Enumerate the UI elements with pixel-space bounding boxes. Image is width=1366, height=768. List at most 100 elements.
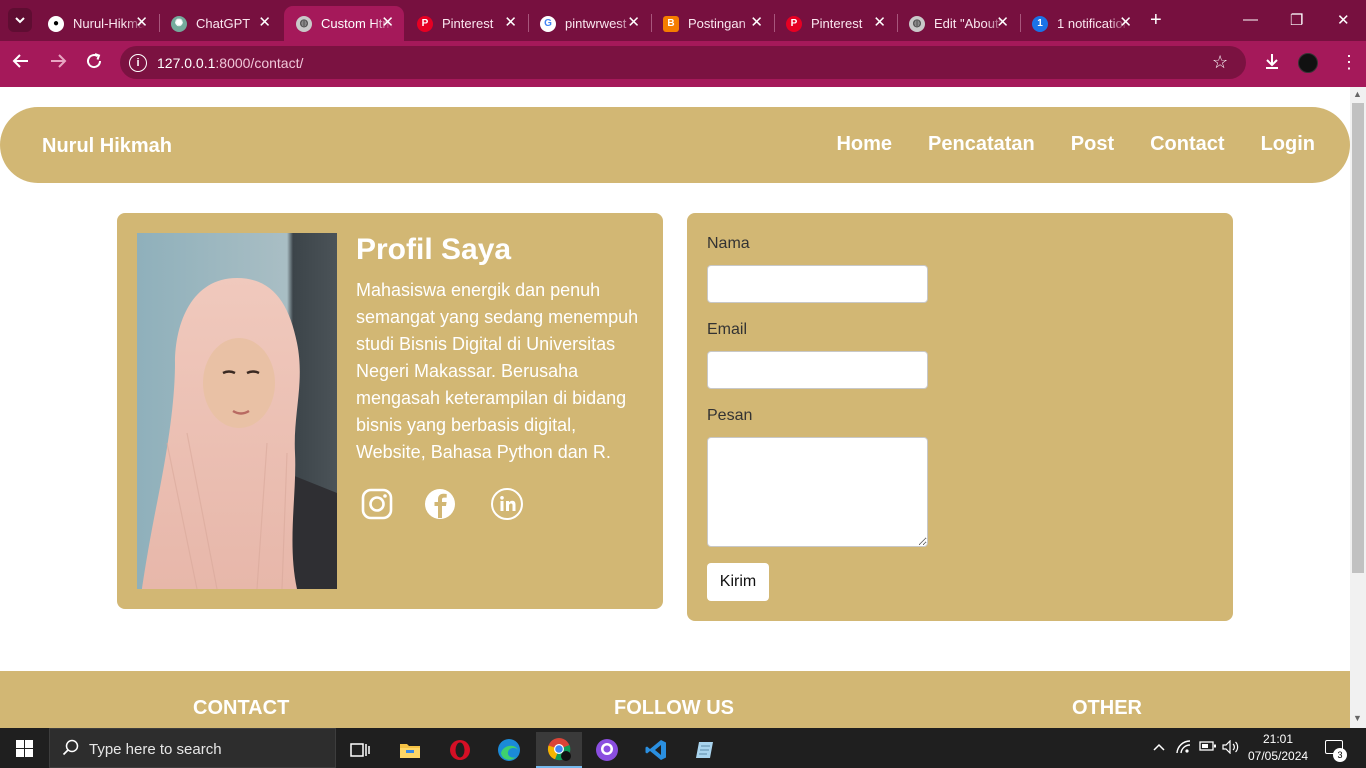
tab-title: Pinterest [811, 16, 863, 31]
bookmark-star-icon[interactable]: ☆ [1212, 52, 1228, 73]
message-label: Pesan [707, 407, 753, 424]
kebab-menu-icon[interactable]: ⋮ [1340, 52, 1358, 73]
pinterest-icon: P [786, 15, 802, 32]
taskbar-clock[interactable]: 21:01 07/05/2024 [1248, 731, 1308, 765]
facebook-icon[interactable] [423, 487, 457, 521]
tab-title: Nurul-Hikmah [73, 16, 145, 31]
close-icon[interactable]: ✕ [1119, 15, 1132, 30]
clock-time: 21:01 [1262, 732, 1294, 746]
tab-title: Pinterest [442, 16, 494, 31]
notepad-icon[interactable] [682, 732, 728, 768]
profile-card: Profil Saya Mahasiswa energik dan penuh … [117, 213, 663, 609]
name-label: Nama [707, 235, 750, 252]
file-explorer-icon[interactable] [387, 732, 433, 768]
reload-icon [87, 53, 102, 69]
nav-link-pencatatan[interactable]: Pencatatan [928, 133, 1035, 156]
minimize-button[interactable]: — [1243, 11, 1258, 28]
show-hidden-icons-icon[interactable] [1152, 740, 1166, 755]
scroll-down-arrow-icon[interactable]: ▼ [1353, 713, 1362, 723]
site-nav-links: Home Pencatatan Post Contact Login [836, 133, 1315, 156]
site-brand[interactable]: Nurul Hikmah [42, 135, 172, 158]
page-scrollbar[interactable]: ▲ ▼ [1350, 87, 1366, 728]
profile-avatar[interactable] [1298, 53, 1318, 73]
github-icon: ● [48, 15, 64, 32]
close-icon[interactable]: ✕ [504, 15, 517, 30]
tab-title: Edit "About" [934, 16, 1004, 31]
chevron-down-icon [15, 17, 25, 24]
tab-pinterest[interactable]: P Pinterest ✕ [405, 6, 527, 41]
chatgpt-icon: ✺ [171, 15, 187, 32]
scrollbar-thumb[interactable] [1352, 103, 1364, 573]
close-icon[interactable]: ✕ [627, 15, 640, 30]
url-path: :8000/contact/ [215, 55, 304, 71]
back-button[interactable] [12, 52, 30, 75]
wifi-icon[interactable] [1176, 740, 1192, 757]
submit-button[interactable]: Kirim [707, 563, 769, 601]
globe-icon: ◍ [296, 15, 312, 32]
close-icon[interactable]: ✕ [135, 15, 148, 30]
windows-taskbar: Type here to search 21:01 07/05/2024 3 [0, 728, 1366, 768]
url-host: 127.0.0.1 [157, 55, 216, 71]
close-icon[interactable]: ✕ [750, 15, 763, 30]
nav-link-post[interactable]: Post [1071, 133, 1114, 156]
name-field[interactable] [707, 265, 928, 303]
nav-link-login[interactable]: Login [1261, 133, 1315, 156]
email-field[interactable] [707, 351, 928, 389]
page-viewport: Nurul Hikmah Home Pencatatan Post Contac… [0, 87, 1350, 728]
opera-icon[interactable] [437, 732, 483, 768]
download-icon[interactable] [1263, 52, 1281, 75]
tab-search-button[interactable] [8, 8, 32, 32]
pinterest-icon: P [417, 15, 433, 32]
taskbar-search-box[interactable]: Type here to search [49, 728, 336, 768]
tab-title: Postingan [688, 16, 746, 31]
tab-notification[interactable]: 1 1 notification ✕ [1020, 6, 1142, 41]
new-tab-button[interactable]: + [1150, 9, 1162, 31]
contact-form-card: Nama Email Pesan Kirim [687, 213, 1233, 621]
notification-badge-icon: 1 [1032, 15, 1048, 32]
message-field[interactable] [707, 437, 928, 547]
footer-follow-heading: FOLLOW US [614, 697, 734, 719]
instagram-icon[interactable] [360, 487, 394, 521]
close-icon[interactable]: ✕ [381, 15, 394, 30]
chrome-icon[interactable] [536, 732, 582, 768]
tab-edit-about[interactable]: ◍ Edit "About" ✕ [897, 6, 1019, 41]
close-icon[interactable]: ✕ [258, 15, 271, 30]
scroll-up-arrow-icon[interactable]: ▲ [1353, 89, 1362, 99]
windows-start-icon[interactable] [16, 740, 33, 757]
google-icon: G [540, 15, 556, 32]
battery-icon[interactable] [1199, 740, 1217, 755]
vscode-icon[interactable] [633, 732, 679, 768]
tab-title: ChatGPT [196, 16, 251, 31]
linkedin-icon[interactable] [490, 487, 524, 521]
github-desktop-icon[interactable] [584, 732, 630, 768]
edge-icon[interactable] [486, 732, 532, 768]
tab-chatgpt[interactable]: ✺ ChatGPT ✕ [159, 6, 281, 41]
tab-pinterest-2[interactable]: P Pinterest ✕ [774, 6, 896, 41]
tab-custom-html[interactable]: ◍ Custom Html ✕ [284, 6, 404, 41]
url-text[interactable]: 127.0.0.1:8000/contact/ [157, 55, 303, 71]
nav-link-home[interactable]: Home [836, 133, 892, 156]
forward-button[interactable] [49, 52, 67, 75]
site-info-icon[interactable]: i [129, 54, 147, 72]
browser-tabstrip: ● Nurul-Hikmah ✕ ✺ ChatGPT ✕ ◍ Custom Ht… [0, 0, 1366, 41]
footer-other-heading: OTHER [1072, 697, 1142, 719]
tab-blogger[interactable]: B Postingan ✕ [651, 6, 773, 41]
close-window-button[interactable]: ✕ [1337, 11, 1350, 29]
search-icon [62, 739, 79, 756]
taskbar-search-placeholder: Type here to search [89, 741, 222, 758]
restore-button[interactable]: ❐ [1290, 11, 1303, 29]
task-view-icon[interactable] [337, 732, 383, 768]
tab-github[interactable]: ● Nurul-Hikmah ✕ [36, 6, 158, 41]
arrow-left-icon [12, 54, 28, 68]
site-navbar: Nurul Hikmah Home Pencatatan Post Contac… [0, 107, 1350, 183]
close-icon[interactable]: ✕ [873, 15, 886, 30]
tab-title: 1 notification [1057, 16, 1129, 31]
volume-icon[interactable] [1222, 739, 1240, 757]
nav-link-contact[interactable]: Contact [1150, 133, 1224, 156]
reload-button[interactable] [85, 52, 103, 75]
notification-count-badge: 3 [1333, 748, 1347, 762]
tab-google[interactable]: G pintwrwest ✕ [528, 6, 650, 41]
profile-title: Profil Saya [356, 233, 512, 266]
clock-date: 07/05/2024 [1248, 749, 1309, 763]
close-icon[interactable]: ✕ [996, 15, 1009, 30]
